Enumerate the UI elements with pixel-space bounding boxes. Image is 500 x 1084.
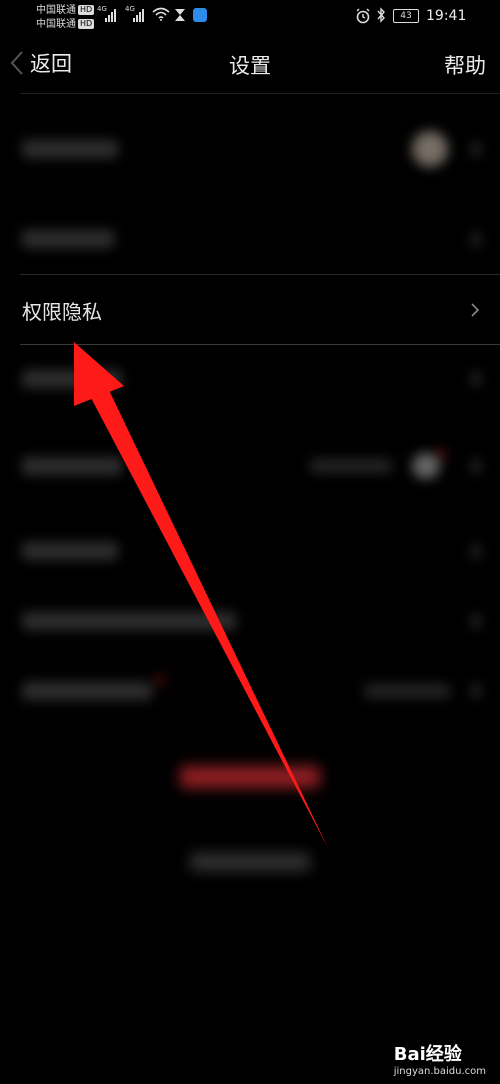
arrow-shaft [90, 388, 328, 848]
watermark-brand-label: Bai经验 [393, 1044, 462, 1065]
watermark-brand: Bai经验 [394, 1040, 486, 1066]
watermark: Bai经验 jingyan.baidu.com [394, 1040, 486, 1077]
annotation-arrow [74, 342, 328, 848]
watermark-url: jingyan.baidu.com [393, 1066, 486, 1077]
